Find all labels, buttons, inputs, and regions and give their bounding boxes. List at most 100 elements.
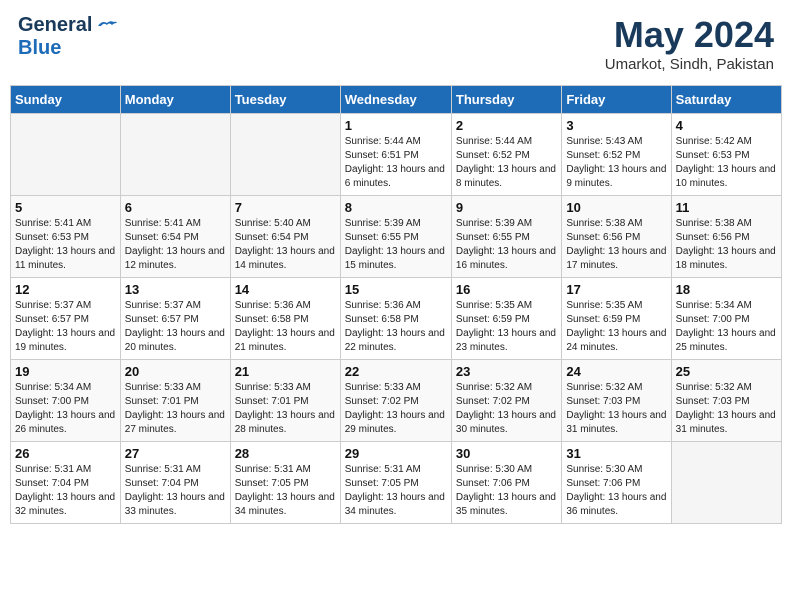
week-row-3: 12 Sunrise: 5:37 AM Sunset: 6:57 PM Dayli… [11, 278, 782, 360]
empty-cell [230, 114, 340, 196]
empty-cell [120, 114, 230, 196]
day-info: Sunrise: 5:37 AM Sunset: 6:57 PM Dayligh… [15, 299, 116, 355]
weekday-header-tuesday: Tuesday [230, 86, 340, 114]
day-number: 15 [345, 282, 447, 297]
logo-general: General [18, 14, 92, 37]
day-number: 29 [345, 446, 447, 461]
day-cell-23: 23Sunrise: 5:32 AM Sunset: 7:02 PM Dayli… [451, 360, 561, 442]
day-cell-24: 24 Sunrise: 5:32 AM Sunset: 7:03 PM Dayli… [562, 360, 671, 442]
day-number: 25 [676, 364, 777, 379]
day-info: Sunrise: 5:38 AM Sunset: 6:56 PM Dayligh… [566, 217, 666, 273]
day-number: 8 [345, 200, 447, 215]
day-info: Sunrise: 5:30 AM Sunset: 7:06 PM Dayligh… [566, 463, 666, 519]
day-info: Sunrise: 5:31 AM Sunset: 7:05 PM Dayligh… [345, 463, 447, 519]
day-cell-21: 21 Sunrise: 5:33 AM Sunset: 7:01 PM Dayli… [230, 360, 340, 442]
day-number: 27 [125, 446, 226, 461]
day-info: Sunrise: 5:43 AM Sunset: 6:52 PM Dayligh… [566, 135, 666, 191]
day-info: Sunrise: 5:32 AM Sunset: 7:03 PM Dayligh… [676, 381, 777, 437]
weekday-header-saturday: Saturday [671, 86, 781, 114]
day-cell-31: 31 Sunrise: 5:30 AM Sunset: 7:06 PM Dayli… [562, 442, 671, 524]
day-cell-7: 7Sunrise: 5:40 AM Sunset: 6:54 PM Daylig… [230, 196, 340, 278]
day-info: Sunrise: 5:33 AM Sunset: 7:02 PM Dayligh… [345, 381, 447, 437]
day-number: 3 [566, 118, 666, 133]
day-number: 12 [15, 282, 116, 297]
day-number: 21 [235, 364, 336, 379]
day-info: Sunrise: 5:31 AM Sunset: 7:04 PM Dayligh… [125, 463, 226, 519]
week-row-2: 5 Sunrise: 5:41 AM Sunset: 6:53 PM Daylig… [11, 196, 782, 278]
day-number: 13 [125, 282, 226, 297]
week-row-1: 1 Sunrise: 5:44 AM Sunset: 6:51 PM Daylig… [11, 114, 782, 196]
day-cell-30: 30Sunrise: 5:30 AM Sunset: 7:06 PM Dayli… [451, 442, 561, 524]
logo-blue: Blue [18, 37, 61, 60]
week-row-5: 26 Sunrise: 5:31 AM Sunset: 7:04 PM Dayli… [11, 442, 782, 524]
weekday-header-wednesday: Wednesday [340, 86, 451, 114]
day-cell-9: 9 Sunrise: 5:39 AM Sunset: 6:55 PM Daylig… [451, 196, 561, 278]
day-info: Sunrise: 5:33 AM Sunset: 7:01 PM Dayligh… [235, 381, 336, 437]
day-info: Sunrise: 5:32 AM Sunset: 7:03 PM Dayligh… [566, 381, 666, 437]
day-number: 4 [676, 118, 777, 133]
day-cell-13: 13 Sunrise: 5:37 AM Sunset: 6:57 PM Dayli… [120, 278, 230, 360]
day-info: Sunrise: 5:36 AM Sunset: 6:58 PM Dayligh… [235, 299, 336, 355]
week-row-4: 19 Sunrise: 5:34 AM Sunset: 7:00 PM Dayli… [11, 360, 782, 442]
day-number: 19 [15, 364, 116, 379]
weekday-header-row: SundayMondayTuesdayWednesdayThursdayFrid… [11, 86, 782, 114]
day-cell-18: 18Sunrise: 5:34 AM Sunset: 7:00 PM Dayli… [671, 278, 781, 360]
day-cell-20: 20Sunrise: 5:33 AM Sunset: 7:01 PM Dayli… [120, 360, 230, 442]
day-number: 23 [456, 364, 557, 379]
day-info: Sunrise: 5:39 AM Sunset: 6:55 PM Dayligh… [345, 217, 447, 273]
day-info: Sunrise: 5:39 AM Sunset: 6:55 PM Dayligh… [456, 217, 557, 273]
empty-cell [671, 442, 781, 524]
day-info: Sunrise: 5:41 AM Sunset: 6:54 PM Dayligh… [125, 217, 226, 273]
day-cell-10: 10 Sunrise: 5:38 AM Sunset: 6:56 PM Dayli… [562, 196, 671, 278]
day-info: Sunrise: 5:42 AM Sunset: 6:53 PM Dayligh… [676, 135, 777, 191]
day-info: Sunrise: 5:35 AM Sunset: 6:59 PM Dayligh… [456, 299, 557, 355]
day-number: 20 [125, 364, 226, 379]
day-info: Sunrise: 5:35 AM Sunset: 6:59 PM Dayligh… [566, 299, 666, 355]
day-cell-8: 8 Sunrise: 5:39 AM Sunset: 6:55 PM Daylig… [340, 196, 451, 278]
day-cell-16: 16 Sunrise: 5:35 AM Sunset: 6:59 PM Dayli… [451, 278, 561, 360]
month-title: May 2024 [605, 14, 774, 56]
day-cell-14: 14Sunrise: 5:36 AM Sunset: 6:58 PM Dayli… [230, 278, 340, 360]
title-block: May 2024 Umarkot, Sindh, Pakistan [605, 14, 774, 73]
weekday-header-thursday: Thursday [451, 86, 561, 114]
day-cell-11: 11Sunrise: 5:38 AM Sunset: 6:56 PM Dayli… [671, 196, 781, 278]
day-cell-3: 3 Sunrise: 5:43 AM Sunset: 6:52 PM Daylig… [562, 114, 671, 196]
day-number: 5 [15, 200, 116, 215]
day-number: 2 [456, 118, 557, 133]
day-cell-26: 26Sunrise: 5:31 AM Sunset: 7:04 PM Dayli… [11, 442, 121, 524]
day-number: 31 [566, 446, 666, 461]
day-cell-2: 2Sunrise: 5:44 AM Sunset: 6:52 PM Daylig… [451, 114, 561, 196]
day-info: Sunrise: 5:44 AM Sunset: 6:51 PM Dayligh… [345, 135, 447, 191]
day-number: 22 [345, 364, 447, 379]
day-number: 9 [456, 200, 557, 215]
day-number: 7 [235, 200, 336, 215]
day-number: 18 [676, 282, 777, 297]
day-number: 16 [456, 282, 557, 297]
day-cell-17: 17 Sunrise: 5:35 AM Sunset: 6:59 PM Dayli… [562, 278, 671, 360]
day-cell-27: 27 Sunrise: 5:31 AM Sunset: 7:04 PM Dayli… [120, 442, 230, 524]
page-header: General Blue May 2024 Umarkot, Sindh, Pa… [10, 10, 782, 77]
day-number: 28 [235, 446, 336, 461]
day-number: 17 [566, 282, 666, 297]
day-number: 1 [345, 118, 447, 133]
day-number: 24 [566, 364, 666, 379]
weekday-header-friday: Friday [562, 86, 671, 114]
day-info: Sunrise: 5:36 AM Sunset: 6:58 PM Dayligh… [345, 299, 447, 355]
day-info: Sunrise: 5:34 AM Sunset: 7:00 PM Dayligh… [15, 381, 116, 437]
day-number: 10 [566, 200, 666, 215]
day-info: Sunrise: 5:37 AM Sunset: 6:57 PM Dayligh… [125, 299, 226, 355]
day-number: 11 [676, 200, 777, 215]
day-number: 6 [125, 200, 226, 215]
empty-cell [11, 114, 121, 196]
day-cell-6: 6 Sunrise: 5:41 AM Sunset: 6:54 PM Daylig… [120, 196, 230, 278]
day-cell-12: 12 Sunrise: 5:37 AM Sunset: 6:57 PM Dayli… [11, 278, 121, 360]
logo-bird-icon [96, 18, 118, 34]
day-number: 26 [15, 446, 116, 461]
day-cell-25: 25 Sunrise: 5:32 AM Sunset: 7:03 PM Dayli… [671, 360, 781, 442]
day-cell-5: 5 Sunrise: 5:41 AM Sunset: 6:53 PM Daylig… [11, 196, 121, 278]
day-cell-19: 19 Sunrise: 5:34 AM Sunset: 7:00 PM Dayli… [11, 360, 121, 442]
day-info: Sunrise: 5:41 AM Sunset: 6:53 PM Dayligh… [15, 217, 116, 273]
location: Umarkot, Sindh, Pakistan [605, 56, 774, 73]
calendar-table: SundayMondayTuesdayWednesdayThursdayFrid… [10, 85, 782, 524]
day-info: Sunrise: 5:31 AM Sunset: 7:05 PM Dayligh… [235, 463, 336, 519]
